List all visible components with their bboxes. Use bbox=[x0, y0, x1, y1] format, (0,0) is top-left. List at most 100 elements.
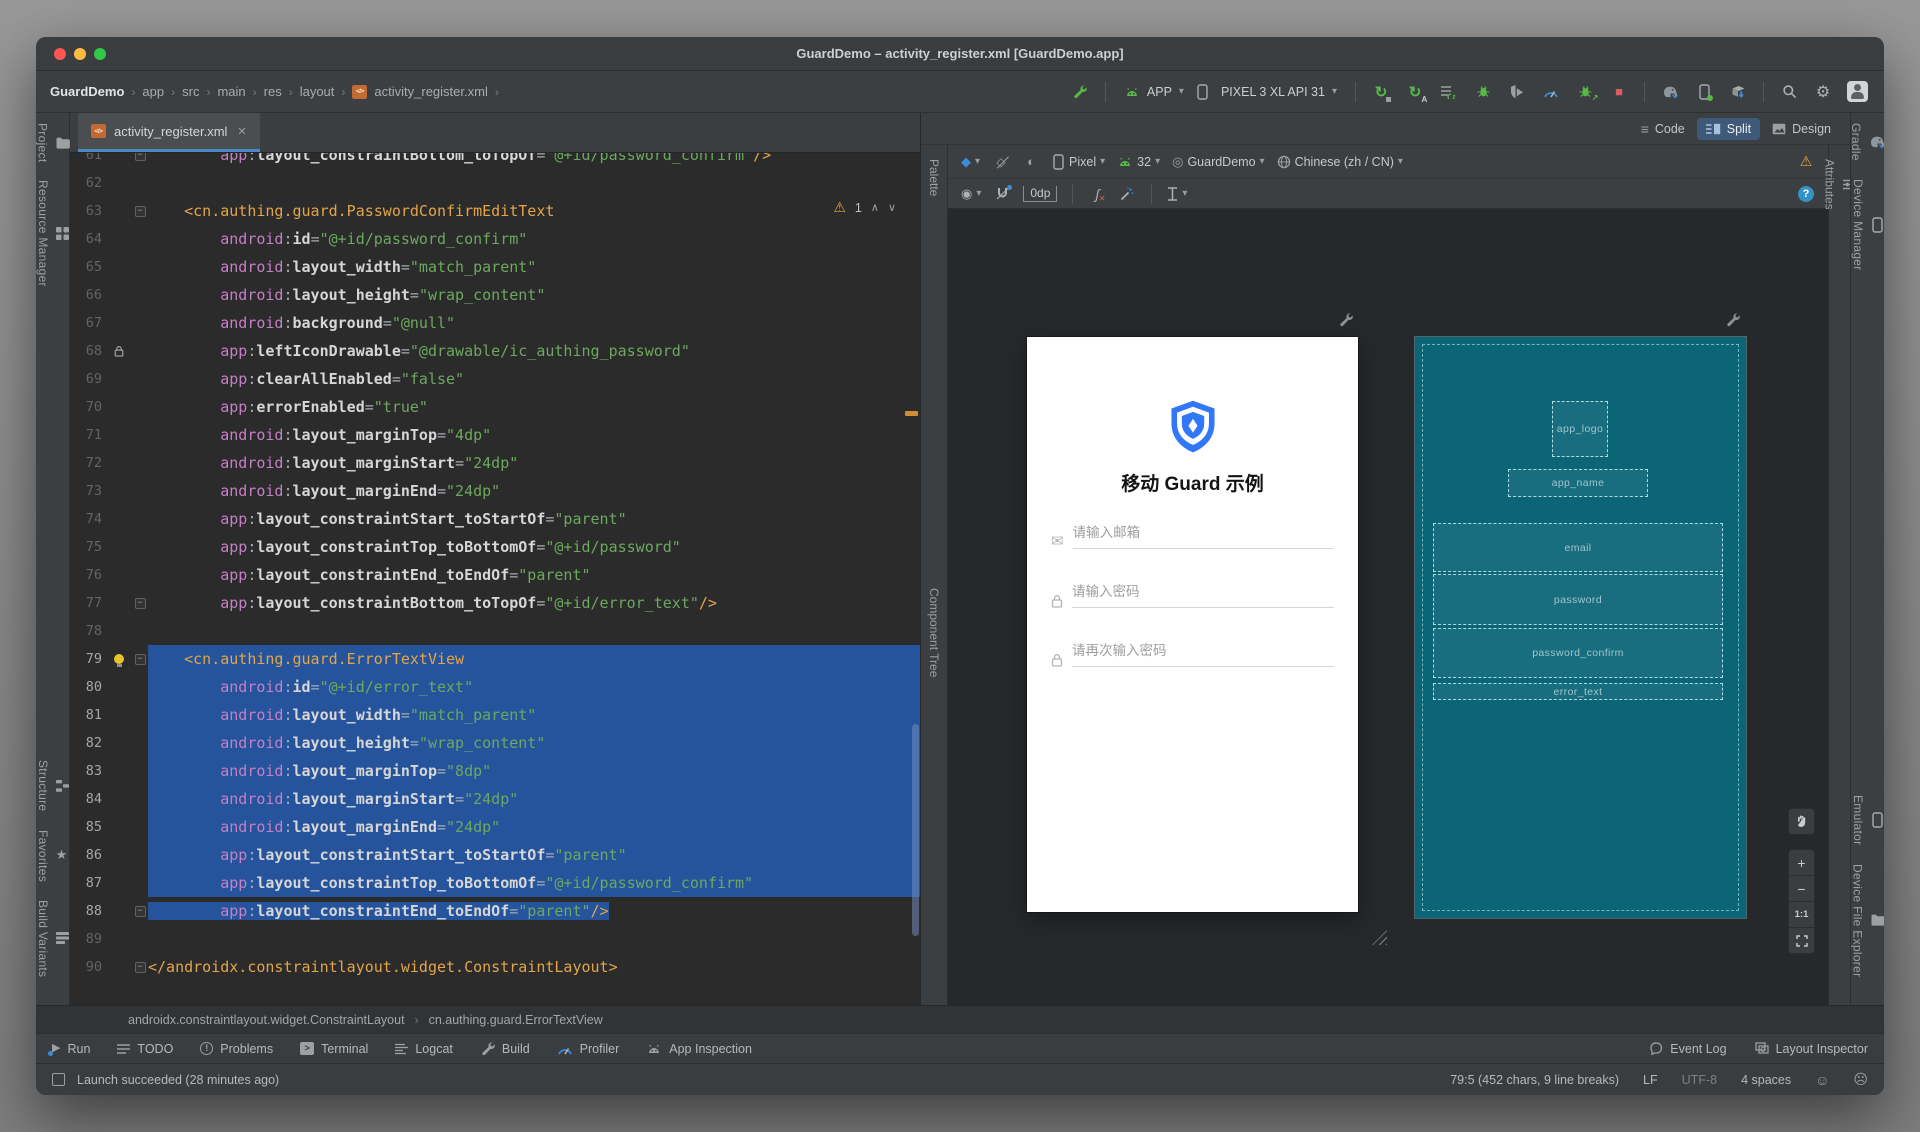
toolwindow-layout-inspector[interactable]: Layout Inspector bbox=[1755, 1042, 1868, 1056]
design-warnings-icon[interactable]: ⚠ bbox=[1794, 150, 1818, 174]
toolwindow-run[interactable]: ▶Run bbox=[52, 1042, 90, 1056]
code-line[interactable]: 65 android:layout_width="match_parent" bbox=[70, 253, 920, 281]
app-name-text[interactable]: 移动 Guard 示例 bbox=[1027, 469, 1358, 496]
attach-debugger-icon[interactable] bbox=[1502, 79, 1532, 105]
device-manager-icon[interactable] bbox=[1689, 79, 1719, 105]
locale-selector[interactable]: Chinese (zh / CN)▾ bbox=[1274, 150, 1406, 174]
device-for-preview-selector[interactable]: Pixel▾ bbox=[1049, 150, 1108, 174]
code-line[interactable]: 85 android:layout_marginEnd="24dp" bbox=[70, 813, 920, 841]
api-version-selector[interactable]: 32▾ bbox=[1114, 150, 1163, 174]
blueprint-screen[interactable]: app_logoapp_nameemailpasswordpassword_co… bbox=[1415, 337, 1746, 918]
breadcrumb-item-activity-register-xml[interactable]: activity_register.xml bbox=[374, 84, 487, 99]
build-wrench-icon[interactable] bbox=[1065, 79, 1095, 105]
layout-variant-wrench-icon[interactable] bbox=[1338, 312, 1353, 327]
code-line[interactable]: 69 app:clearAllEnabled="false" bbox=[70, 365, 920, 393]
zoom-1-1-button[interactable]: 1:1 bbox=[1788, 901, 1815, 928]
blueprint-box-app-name[interactable]: app_name bbox=[1508, 469, 1648, 497]
code-line[interactable]: 87 app:layout_constraintTop_toBottomOf="… bbox=[70, 869, 920, 897]
next-problem-icon[interactable]: ∨ bbox=[888, 201, 896, 214]
fold-marker[interactable]: − bbox=[135, 206, 146, 217]
sidebar-item-project[interactable]: Project bbox=[36, 123, 70, 162]
device-selector[interactable]: PIXEL 3 XL API 31 ▾ bbox=[1213, 82, 1345, 102]
gradle-sync-icon[interactable] bbox=[1655, 79, 1685, 105]
blueprint-box-password[interactable]: password bbox=[1433, 574, 1723, 625]
toolwindow-app-inspection[interactable]: App Inspection bbox=[646, 1042, 752, 1056]
preview-input-field[interactable]: ✉请输入邮箱 bbox=[1051, 521, 1334, 549]
code-line[interactable]: 68 app:leftIconDrawable="@drawable/ic_au… bbox=[70, 337, 920, 365]
breadcrumb-item-src[interactable]: src bbox=[182, 84, 199, 99]
code-line[interactable]: 67 android:background="@null" bbox=[70, 309, 920, 337]
code-line[interactable]: 72 android:layout_marginStart="24dp" bbox=[70, 449, 920, 477]
run-configurations-icon[interactable] bbox=[1434, 79, 1464, 105]
canvas-resize-handle[interactable] bbox=[1372, 930, 1387, 945]
line-separator[interactable]: LF bbox=[1643, 1073, 1658, 1087]
palette-tab[interactable]: Palette bbox=[927, 159, 941, 196]
toolwindow-profiler[interactable]: Profiler bbox=[557, 1042, 620, 1056]
code-line[interactable]: 70 app:errorEnabled="true" bbox=[70, 393, 920, 421]
maximize-window-button[interactable] bbox=[94, 48, 106, 60]
profile-low-overhead-icon[interactable]: ↗ bbox=[1570, 79, 1600, 105]
code-line[interactable]: 64 android:id="@+id/password_confirm" bbox=[70, 225, 920, 253]
sidebar-item-favorites[interactable]: ★Favorites bbox=[36, 830, 69, 882]
inspection-widget[interactable]: ⚠ 1 ∧ ∨ bbox=[833, 199, 896, 216]
tab-activity-register-xml[interactable]: </> activity_register.xml ✕ bbox=[78, 113, 260, 152]
settings-icon[interactable]: ⚙ bbox=[1808, 79, 1838, 105]
breadcrumb-item-app[interactable]: app bbox=[142, 84, 164, 99]
view-options-icon[interactable]: ◉▾ bbox=[958, 182, 984, 206]
sidebar-item-resource-manager[interactable]: Resource Manager bbox=[36, 180, 69, 287]
profiler-icon[interactable] bbox=[1536, 79, 1566, 105]
sidebar-item-gradle[interactable]: Gradle bbox=[1849, 123, 1884, 161]
sidebar-item-device-manager[interactable]: Device Manager bbox=[1851, 179, 1884, 271]
blueprint-box-email[interactable]: email bbox=[1433, 523, 1723, 572]
code-line[interactable]: 63− <cn.authing.guard.PasswordConfirmEdi… bbox=[70, 197, 920, 225]
sidebar-item-emulator[interactable]: Emulator bbox=[1851, 795, 1884, 845]
file-encoding[interactable]: UTF-8 bbox=[1682, 1073, 1717, 1087]
preview-input-field[interactable]: 请输入密码 bbox=[1051, 580, 1334, 608]
zoom-out-button[interactable]: − bbox=[1788, 875, 1815, 902]
fold-marker[interactable]: − bbox=[135, 906, 146, 917]
code-line[interactable]: 86 app:layout_constraintStart_toStartOf=… bbox=[70, 841, 920, 869]
sidebar-item-structure[interactable]: Structure bbox=[36, 760, 69, 811]
breadcrumb-constraintlayout[interactable]: androidx.constraintlayout.widget.Constra… bbox=[128, 1013, 405, 1027]
toolwindow-logcat[interactable]: Logcat bbox=[395, 1042, 453, 1056]
breadcrumb-errortextview[interactable]: cn.authing.guard.ErrorTextView bbox=[429, 1013, 603, 1027]
pack-align-icon[interactable]: ▾ bbox=[1164, 182, 1190, 206]
breadcrumb-item-layout[interactable]: layout bbox=[300, 84, 335, 99]
code-editor[interactable]: 61− app:layout_constraintBottom_toTopOf=… bbox=[70, 153, 920, 1005]
code-line[interactable]: 76 app:layout_constraintEnd_toEndOf="par… bbox=[70, 561, 920, 589]
design-surface-selector[interactable]: ◆▾ bbox=[958, 150, 983, 174]
layout-variant-wrench-icon[interactable] bbox=[1725, 312, 1740, 327]
code-line[interactable]: 80 android:id="@+id/error_text" bbox=[70, 673, 920, 701]
clear-constraints-icon[interactable]: ʃ✕ bbox=[1085, 182, 1109, 206]
toolwindow-build[interactable]: Build bbox=[480, 1041, 530, 1056]
prev-problem-icon[interactable]: ∧ bbox=[871, 201, 879, 214]
tool-window-switcher-icon[interactable] bbox=[52, 1073, 65, 1086]
happy-feedback-icon[interactable]: ☺ bbox=[1815, 1072, 1829, 1088]
code-line[interactable]: 77− app:layout_constraintBottom_toTopOf=… bbox=[70, 589, 920, 617]
design-preview-screen[interactable]: 移动 Guard 示例 ✉请输入邮箱请输入密码请再次输入密码 bbox=[1027, 337, 1358, 912]
code-line[interactable]: 74 app:layout_constraintStart_toStartOf=… bbox=[70, 505, 920, 533]
breadcrumb-item-main[interactable]: main bbox=[217, 84, 245, 99]
ui-mode-icon[interactable]: ◐ bbox=[1019, 150, 1043, 174]
code-line[interactable]: 66 android:layout_height="wrap_content" bbox=[70, 281, 920, 309]
toolwindow-event-log[interactable]: Event Log bbox=[1650, 1042, 1726, 1056]
component-tree-tab[interactable]: Component Tree bbox=[927, 588, 941, 677]
module-selector[interactable]: APP ▾ bbox=[1116, 82, 1192, 102]
breadcrumb-item-guarddemo[interactable]: GuardDemo bbox=[50, 84, 124, 99]
fold-marker[interactable]: − bbox=[135, 153, 146, 161]
toolwindow-problems[interactable]: !Problems bbox=[200, 1042, 273, 1056]
code-line[interactable]: 88− app:layout_constraintEnd_toEndOf="pa… bbox=[70, 897, 920, 925]
theme-selector[interactable]: ◎GuardDemo▾ bbox=[1169, 150, 1267, 174]
code-line[interactable]: 83 android:layout_marginTop="8dp" bbox=[70, 757, 920, 785]
pan-button[interactable] bbox=[1788, 808, 1815, 835]
caret-position[interactable]: 79:5 (452 chars, 9 line breaks) bbox=[1450, 1073, 1619, 1087]
code-line[interactable]: 90−</androidx.constraintlayout.widget.Co… bbox=[70, 953, 920, 981]
fold-marker[interactable]: − bbox=[135, 962, 146, 973]
debug-icon[interactable] bbox=[1468, 79, 1498, 105]
search-icon[interactable] bbox=[1774, 79, 1804, 105]
blueprint-box-app-logo[interactable]: app_logo bbox=[1552, 401, 1608, 457]
help-icon[interactable]: ? bbox=[1794, 182, 1818, 206]
code-line[interactable]: 84 android:layout_marginStart="24dp" bbox=[70, 785, 920, 813]
code-line[interactable]: 61− app:layout_constraintBottom_toTopOf=… bbox=[70, 153, 920, 169]
toolwindow-todo[interactable]: TODO bbox=[117, 1042, 173, 1056]
